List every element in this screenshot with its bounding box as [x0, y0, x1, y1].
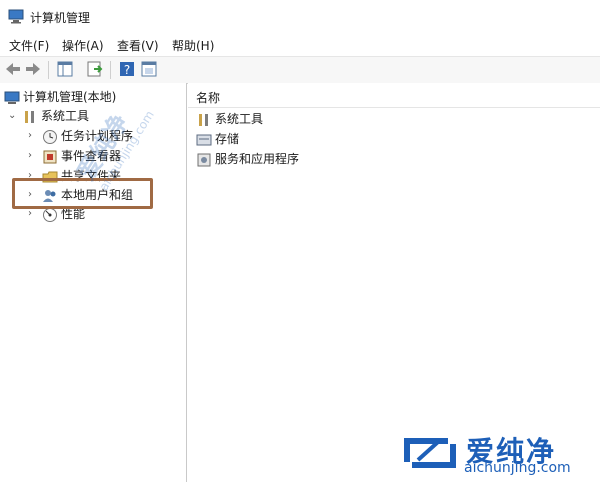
- list-item[interactable]: 存储: [196, 129, 239, 149]
- menu-view[interactable]: 查看(V): [117, 37, 159, 54]
- window-title: 计算机管理: [30, 11, 91, 25]
- content-list-pane: 名称 系统工具 存储 服务和应用程序: [188, 83, 600, 482]
- tree-item-label: 性能: [61, 207, 86, 221]
- list-item[interactable]: 系统工具: [196, 109, 263, 129]
- clock-icon: [43, 129, 57, 144]
- brand-url: aichunjing.com: [464, 460, 571, 476]
- list-item-label: 服务和应用程序: [215, 152, 300, 166]
- chevron-right-icon[interactable]: ›: [28, 126, 32, 146]
- system-tools-icon: [199, 113, 208, 126]
- navigation-tree: 计算机管理(本地) ⌄ 系统工具 › 任务计划程序 › 事件查看器 › 共享文件…: [0, 83, 187, 482]
- services-applications-icon: [197, 153, 211, 166]
- computer-management-icon: [8, 9, 24, 24]
- tree-item-label: 任务计划程序: [61, 129, 134, 143]
- export-list-icon[interactable]: [86, 60, 104, 78]
- toolbar: ?: [0, 56, 600, 84]
- list-item-label: 系统工具: [215, 112, 264, 126]
- storage-icon: [196, 134, 212, 145]
- properties-icon[interactable]: [140, 60, 158, 78]
- brand-logo: 爱纯净 aichunjing.com: [400, 428, 596, 478]
- tree-item-system-tools[interactable]: 系统工具: [22, 106, 89, 126]
- tree-item-label: 系统工具: [41, 109, 90, 123]
- forward-arrow-icon[interactable]: [24, 60, 42, 78]
- list-item[interactable]: 服务和应用程序: [196, 149, 299, 169]
- highlight-box: [12, 178, 153, 209]
- system-tools-icon: [25, 110, 34, 123]
- menu-file[interactable]: 文件(F): [9, 37, 49, 54]
- svg-text:?: ?: [124, 63, 130, 77]
- tree-root-label: 计算机管理(本地): [23, 90, 117, 104]
- tree-item-event-viewer[interactable]: 事件查看器: [42, 146, 121, 166]
- tree-root[interactable]: 计算机管理(本地): [4, 87, 116, 107]
- chevron-right-icon[interactable]: ›: [28, 146, 32, 166]
- back-arrow-icon[interactable]: [4, 60, 22, 78]
- tree-item-label: 事件查看器: [61, 149, 122, 163]
- menu-bar: 文件(F) 操作(A) 查看(V) 帮助(H): [0, 34, 600, 56]
- chevron-down-icon[interactable]: ⌄: [8, 106, 16, 126]
- computer-management-icon: [4, 91, 20, 104]
- menu-help[interactable]: 帮助(H): [172, 37, 214, 54]
- show-hide-tree-icon[interactable]: [56, 60, 74, 78]
- menu-action[interactable]: 操作(A): [62, 37, 104, 54]
- column-header-name[interactable]: 名称: [196, 89, 220, 106]
- event-viewer-icon: [43, 150, 57, 163]
- help-icon[interactable]: ?: [118, 60, 136, 78]
- tree-item-task-scheduler[interactable]: 任务计划程序: [42, 126, 133, 146]
- brand-logo-icon: [404, 438, 456, 468]
- list-item-label: 存储: [215, 132, 240, 146]
- list-header: 名称: [188, 83, 600, 108]
- title-bar: 计算机管理: [0, 0, 600, 34]
